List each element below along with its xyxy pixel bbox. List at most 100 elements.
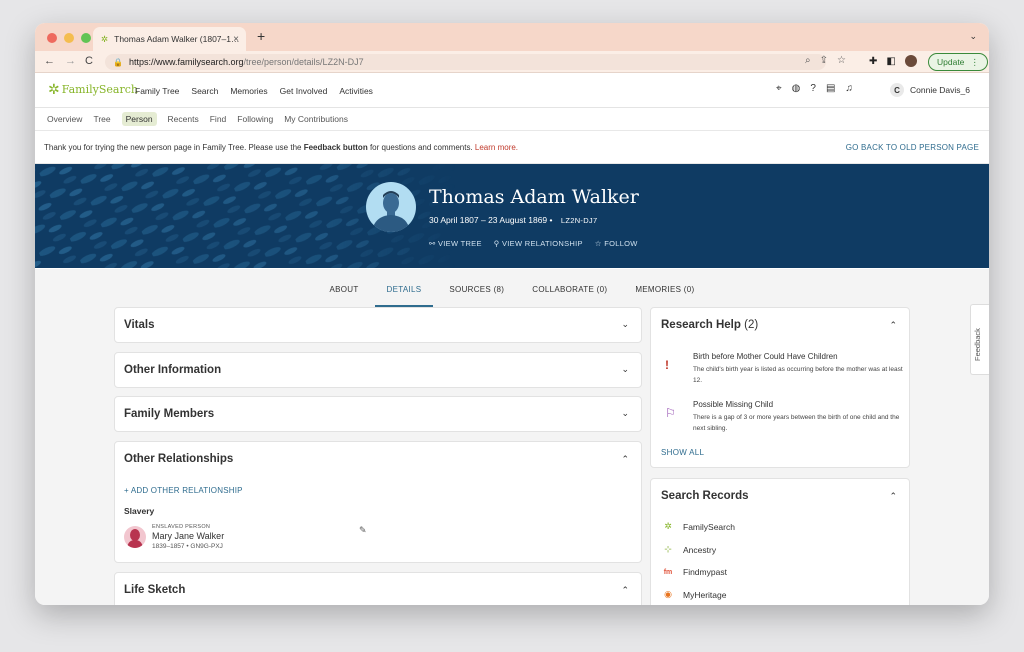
slavery-heading: Slavery [124,506,155,516]
tab-details[interactable]: DETAILS [374,285,434,307]
alert-icon: ! [665,358,669,372]
url-field[interactable]: 🔒 https://www.familysearch.org/tree/pers… [105,54,826,70]
add-other-relationship-link[interactable]: + ADD OTHER RELATIONSHIP [124,486,243,495]
person-name: Thomas Adam Walker [429,186,639,208]
star-icon: ☆ [594,239,605,248]
subnav-my-contributions[interactable]: My Contributions [284,114,348,124]
view-relationship-label: VIEW RELATIONSHIP [501,239,583,248]
user-menu[interactable]: C Connie Davis_6 [890,83,970,97]
chevron-down-icon[interactable]: ⌄ [621,364,629,375]
chevron-up-icon[interactable]: ⌃ [621,454,629,465]
show-all-link[interactable]: SHOW ALL [661,448,704,457]
search-record-findmypast[interactable]: fm Findmypast [663,567,727,577]
research-hint[interactable]: ! Birth before Mother Could Have Childre… [661,352,903,390]
research-hint[interactable]: ⚐ Possible Missing Child There is a gap … [661,400,901,438]
search-record-ancestry[interactable]: ⊹ Ancestry [663,544,716,555]
tree-icon: ⚯ [429,239,438,248]
banner-message: Thank you for trying the new person page… [44,143,518,152]
view-tree-button[interactable]: ⚯ VIEW TREE [429,239,482,248]
search-record-label: FamilySearch [683,521,735,532]
view-relationship-button[interactable]: ⚲ VIEW RELATIONSHIP [494,239,583,248]
browser-tab-bar: ✲ Thomas Adam Walker (1807–1… × + ⌄ [35,23,989,51]
other-relationships-title: Other Relationships [124,453,234,465]
share-icon[interactable]: ⇪ [820,55,828,66]
vitals-card[interactable]: Vitals ⌄ [114,307,642,343]
help-icon[interactable]: ? [810,83,816,94]
back-button[interactable]: ← [44,55,55,67]
edit-pencil-icon[interactable]: ✎ [359,525,367,536]
subnav-overview[interactable]: Overview [47,114,82,124]
related-person-name: Mary Jane Walker [152,531,225,541]
menu-family-tree[interactable]: Family Tree [135,86,179,96]
tab-memories[interactable]: MEMORIES (0) [635,285,694,301]
globe-icon[interactable]: ◍ [792,83,801,94]
sidebar-icon[interactable]: ◧ [886,56,895,67]
kebab-menu-icon: ⋮ [970,56,979,67]
research-help-card: Research Help (2) ⌃ ! Birth before Mothe… [650,307,910,468]
search-record-label: Ancestry [683,544,717,555]
tab-collaborate[interactable]: COLLABORATE (0) [532,285,607,301]
subnav-recents[interactable]: Recents [168,114,199,124]
bookmark-star-icon[interactable]: ☆ [837,55,846,66]
notifications-bell-icon[interactable]: ♫ [845,83,853,94]
menu-search[interactable]: Search [191,86,218,96]
zoom-icon[interactable]: ⌕ [805,55,811,66]
learn-more-link[interactable]: Learn more. [475,143,518,152]
logo-text: FamilySearch [61,83,138,96]
chevron-down-icon[interactable]: ⌄ [621,408,629,419]
reload-button[interactable]: C [85,55,93,67]
update-button[interactable]: Update ⋮ [928,53,988,71]
chevron-up-icon[interactable]: ⌃ [889,491,897,502]
follow-label: FOLLOW [604,239,638,248]
url-host: https://www.familysearch.org [128,57,244,67]
user-name: Connie Davis_6 [910,85,971,95]
ancestry-leaf-icon: ⊹ [664,544,672,554]
vitals-title: Vitals [124,319,155,331]
related-person[interactable]: ENSLAVED PERSON Mary Jane Walker 1839–18… [124,524,384,554]
other-information-card[interactable]: Other Information ⌄ [114,352,642,388]
person-tabs: ABOUT DETAILS SOURCES (8) COLLABORATE (0… [35,269,989,307]
forward-button[interactable]: → [65,55,76,67]
location-pin-icon[interactable]: ⌖ [776,83,782,94]
browser-window: ✲ Thomas Adam Walker (1807–1… × + ⌄ ← → … [35,23,989,605]
search-record-myheritage[interactable]: ◉ MyHeritage [663,589,726,600]
feedback-tab[interactable]: Feedback [970,304,989,375]
subnav-following[interactable]: Following [237,114,273,124]
update-label: Update [937,57,965,67]
chevron-up-icon[interactable]: ⌃ [621,585,629,596]
messages-icon[interactable]: ▤ [826,83,835,94]
close-tab-icon[interactable]: × [233,34,239,45]
old-person-page-link[interactable]: GO BACK TO OLD PERSON PAGE [846,143,979,152]
hero-actions: ⚯ VIEW TREE ⚲ VIEW RELATIONSHIP ☆ FOLLOW [429,239,638,248]
subnav-find[interactable]: Find [210,114,227,124]
follow-button[interactable]: ☆ FOLLOW [595,239,638,248]
address-bar: ← → C 🔒 https://www.familysearch.org/tre… [35,51,989,73]
extensions-icon[interactable]: ✚ [869,56,877,67]
close-window-button[interactable] [47,33,57,43]
person-portrait[interactable] [366,182,416,232]
search-record-familysearch[interactable]: ✲ FamilySearch [663,521,735,532]
subnav-person[interactable]: Person [121,112,157,126]
minimize-window-button[interactable] [64,33,74,43]
female-silhouette-icon [127,529,143,548]
menu-memories[interactable]: Memories [230,86,267,96]
subnav-tree[interactable]: Tree [93,114,110,124]
person-lifespan: 30 April 1807 – 23 August 1869 • LZ2N-DJ… [429,215,597,225]
zoom-window-button[interactable] [81,33,91,43]
extension-actions: ✚ ◧ [869,55,917,67]
menu-get-involved[interactable]: Get Involved [280,86,328,96]
family-members-card[interactable]: Family Members ⌄ [114,396,642,432]
browser-tab[interactable]: ✲ Thomas Adam Walker (1807–1… × [93,27,246,51]
menu-activities[interactable]: Activities [339,86,373,96]
banner-bold: Feedback button [303,142,368,152]
chevron-down-icon[interactable]: ⌄ [621,319,629,330]
tab-about[interactable]: ABOUT [329,285,358,301]
window-controls [47,33,91,43]
tab-sources[interactable]: SOURCES (8) [449,285,504,301]
new-tab-button[interactable]: + [257,28,265,44]
life-sketch-card: Life Sketch ⌃ [114,572,642,605]
chevron-up-icon[interactable]: ⌃ [889,320,897,331]
familysearch-logo[interactable]: ✲ FamilySearch [48,81,138,98]
tab-list-chevron-icon[interactable]: ⌄ [969,31,977,42]
profile-avatar-icon[interactable] [904,55,917,67]
